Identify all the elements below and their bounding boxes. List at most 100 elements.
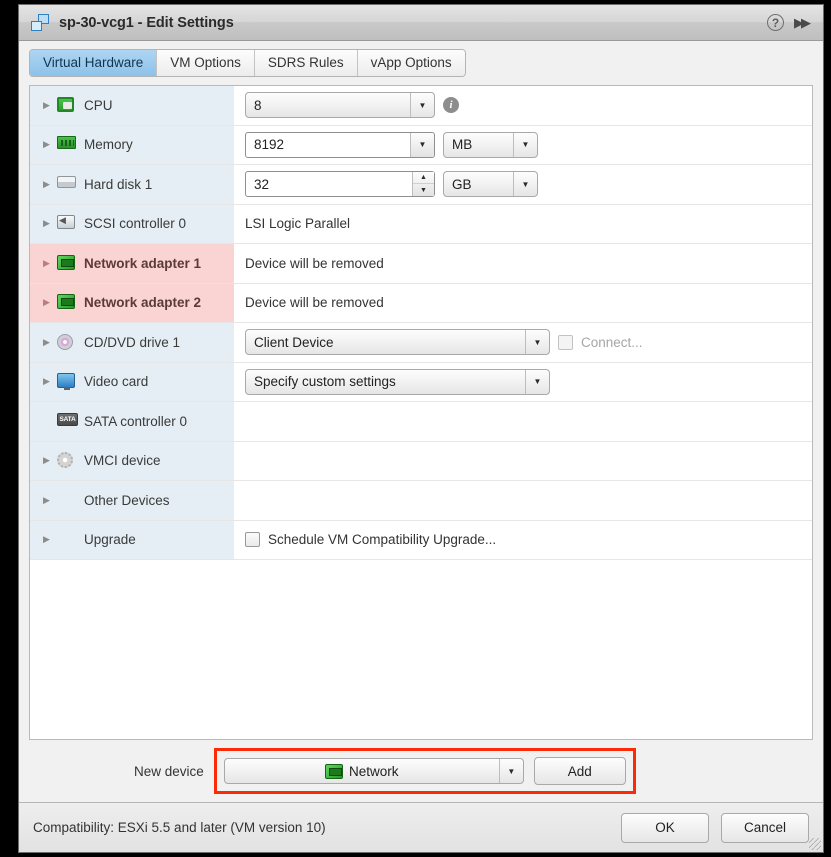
value-stepper[interactable]: ▲ ▼ <box>412 172 434 197</box>
device-row[interactable]: ▶ Network adapter 1 Device will be removed <box>30 244 812 284</box>
device-label: Network adapter 1 <box>84 255 202 271</box>
device-value-select[interactable]: 8192 ▼ <box>245 131 435 158</box>
expand-triangle-icon[interactable]: ▶ <box>43 535 57 544</box>
device-value-cell: Device will be removed <box>235 283 812 322</box>
unit-select[interactable]: MB ▼ <box>443 131 538 158</box>
device-row[interactable]: ▶ Network adapter 2 Device will be removed <box>30 283 812 323</box>
chevron-down-icon[interactable]: ▼ <box>410 132 434 157</box>
new-device-label: New device <box>134 763 204 779</box>
no-icon <box>57 492 77 509</box>
expand-triangle-icon[interactable]: ▶ <box>43 140 57 149</box>
device-label: VMCI device <box>84 453 161 469</box>
device-row[interactable]: ▶ Video card Specify custom settings ▼ <box>30 362 812 402</box>
resize-grip[interactable] <box>809 838 821 850</box>
expand-triangle-icon[interactable]: ▶ <box>43 337 57 347</box>
device-name-cell: ▶SATASATA controller 0 <box>30 402 235 441</box>
device-name-cell: ▶ Video card <box>30 362 235 401</box>
scsi-controller-icon <box>57 215 77 232</box>
device-row[interactable]: ▶ Memory 8192 ▼ MB ▼ <box>30 125 812 165</box>
device-name-cell: ▶ Network adapter 1 <box>30 244 235 283</box>
cpu-icon <box>57 96 77 114</box>
footer-buttons: OK Cancel <box>621 812 809 843</box>
device-name-cell: ▶ Hard disk 1 <box>30 165 235 204</box>
expand-triangle-icon[interactable]: ▶ <box>43 495 57 505</box>
cancel-button[interactable]: Cancel <box>721 812 809 843</box>
checkbox-label: Schedule VM Compatibility Upgrade... <box>268 532 497 548</box>
chevron-down-icon[interactable]: ▼ <box>513 172 537 197</box>
network-adapter-icon <box>325 763 344 779</box>
device-label: Other Devices <box>84 492 170 508</box>
help-icon[interactable]: ? <box>767 14 784 31</box>
device-value-cell: Client Device ▼ Connect... <box>235 323 812 362</box>
device-name-cell: ▶ CD/DVD drive 1 <box>30 323 235 362</box>
memory-icon <box>57 136 77 153</box>
device-rows: ▶ CPU 8 ▼ i ▶ Memory 8192 ▼ MB ▼ ▶ Hard disk 1 32 ▲ ▼ GB… <box>30 86 812 560</box>
device-label: CPU <box>84 97 113 113</box>
device-value-cell: LSI Logic Parallel <box>235 204 812 243</box>
chevron-down-icon[interactable]: ▼ <box>525 330 549 355</box>
device-label: Hard disk 1 <box>84 176 153 192</box>
new-device-select[interactable]: Network ▼ <box>223 758 524 784</box>
dialog-footer: Compatibility: ESXi 5.5 and later (VM ve… <box>19 802 823 852</box>
device-value-select[interactable]: 8 ▼ <box>245 92 435 119</box>
device-value-text: Device will be removed <box>245 295 384 311</box>
info-icon[interactable]: i <box>443 97 459 114</box>
network-adapter-icon <box>57 294 77 311</box>
expand-triangle-icon[interactable]: ▶ <box>43 377 57 386</box>
checkbox-group[interactable]: Schedule VM Compatibility Upgrade... <box>245 532 497 548</box>
tab-virtual-hardware[interactable]: Virtual Hardware <box>30 50 158 76</box>
add-device-button[interactable]: Add <box>533 757 626 785</box>
device-label: Video card <box>84 374 149 390</box>
expand-triangle-icon[interactable]: ▶ <box>43 219 57 228</box>
device-value-cell: 8 ▼ i <box>235 86 812 125</box>
device-row[interactable]: ▶ Hard disk 1 32 ▲ ▼ GB ▼ <box>30 165 812 205</box>
chevron-down-icon[interactable]: ▼ <box>410 93 434 118</box>
device-value-cell: Specify custom settings ▼ <box>235 362 812 401</box>
device-row[interactable]: ▶ CD/DVD drive 1 Client Device ▼ Connect... <box>30 323 812 363</box>
unit-select[interactable]: GB ▼ <box>443 171 538 198</box>
stepper-down-icon[interactable]: ▼ <box>413 184 434 196</box>
hard-disk-icon <box>57 175 77 193</box>
edit-settings-dialog: sp-30-vcg1 - Edit Settings ? ▶▶ Virtual … <box>18 4 824 853</box>
expand-triangle-icon[interactable]: ▶ <box>43 179 57 189</box>
new-device-bar: New device Network ▼ Add <box>19 740 823 802</box>
device-name-cell: ▶ Memory <box>30 125 235 164</box>
ok-button[interactable]: OK <box>621 812 709 843</box>
device-label: SCSI controller 0 <box>84 216 187 232</box>
device-value-select[interactable]: 32 ▲ ▼ <box>245 171 435 198</box>
device-row[interactable]: ▶ VMCI device <box>30 441 812 481</box>
checkbox-input[interactable] <box>245 532 260 548</box>
expand-triangle-icon[interactable]: ▶ <box>43 456 57 465</box>
no-icon <box>57 531 77 548</box>
device-value-text: 8 <box>254 97 262 113</box>
device-row[interactable]: ▶ Other Devices <box>30 481 812 521</box>
new-device-highlight-box: Network ▼ Add <box>213 748 636 794</box>
device-name-cell: ▶ CPU <box>30 86 235 125</box>
expand-triangle-icon[interactable]: ▶ <box>43 258 57 268</box>
titlebar-actions: ? ▶▶ <box>767 14 811 31</box>
device-label: CD/DVD drive 1 <box>84 334 181 350</box>
device-value-cell: 8192 ▼ MB ▼ <box>235 125 812 164</box>
stepper-up-icon[interactable]: ▲ <box>413 172 434 185</box>
chevron-down-icon[interactable]: ▼ <box>498 759 523 783</box>
device-row[interactable]: ▶ SCSI controller 0 LSI Logic Parallel <box>30 204 812 244</box>
device-row[interactable]: ▶SATASATA controller 0 <box>30 402 812 442</box>
checkbox-label: Connect... <box>581 334 643 350</box>
device-row[interactable]: ▶ Upgrade Schedule VM Compatibility Upgrad… <box>30 520 812 560</box>
chevron-down-icon[interactable]: ▼ <box>525 369 549 394</box>
tab-vapp-options[interactable]: vApp Options <box>357 50 465 76</box>
expand-triangle-icon[interactable]: ▶ <box>43 100 57 110</box>
expand-chevrons-icon[interactable]: ▶▶ <box>794 15 811 31</box>
tab-sdrs-rules[interactable]: SDRS Rules <box>254 50 358 76</box>
dialog-title: sp-30-vcg1 - Edit Settings <box>59 14 234 31</box>
device-value-select[interactable]: Client Device ▼ <box>245 329 550 356</box>
device-value-text: 32 <box>254 176 270 192</box>
tab-vm-options[interactable]: VM Options <box>157 50 255 76</box>
network-adapter-icon <box>57 254 77 272</box>
device-value-select[interactable]: Specify custom settings ▼ <box>245 368 550 395</box>
checkbox-group: Connect... <box>558 334 643 350</box>
device-value-text: 8192 <box>254 137 285 153</box>
chevron-down-icon[interactable]: ▼ <box>513 132 537 157</box>
device-row[interactable]: ▶ CPU 8 ▼ i <box>30 86 812 126</box>
expand-triangle-icon[interactable]: ▶ <box>43 298 57 307</box>
